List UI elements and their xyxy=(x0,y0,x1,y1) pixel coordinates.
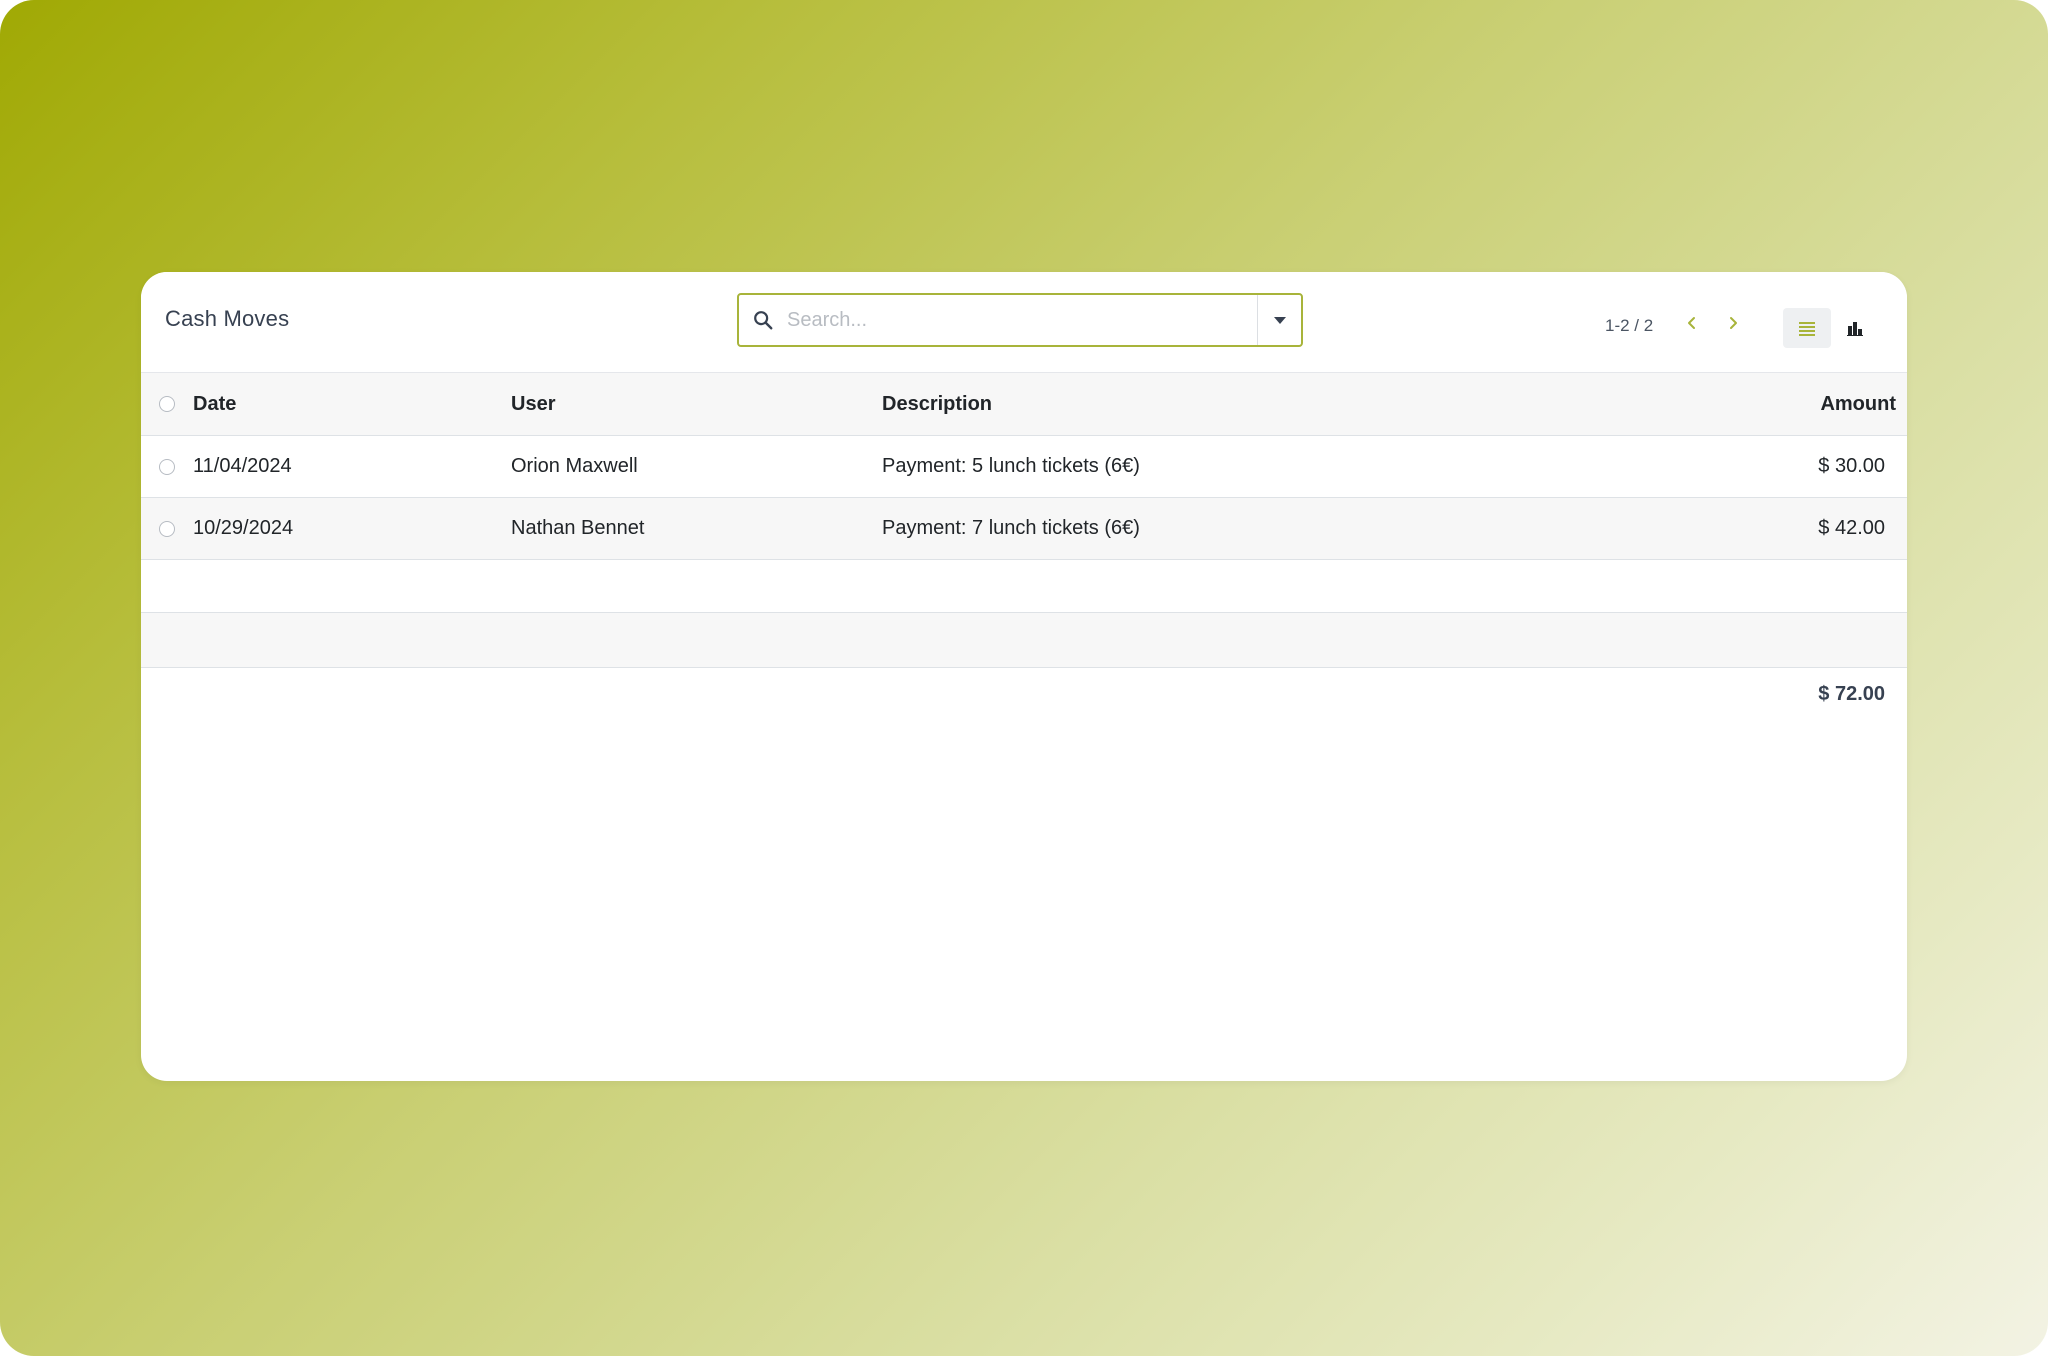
pager-previous-button[interactable] xyxy=(1677,308,1707,338)
cell-date: 11/04/2024 xyxy=(193,435,511,498)
select-all-checkbox[interactable] xyxy=(159,396,175,413)
cell-date: 10/29/2024 xyxy=(193,497,511,560)
empty-cell xyxy=(141,559,1907,613)
chevron-left-icon xyxy=(1688,317,1695,329)
cell-user: Nathan Bennet xyxy=(511,497,882,560)
cell-amount: $ 30.00 xyxy=(1782,435,1907,498)
empty-row xyxy=(141,559,1907,613)
amount-total: $ 72.00 xyxy=(1818,683,1885,706)
cash-moves-table: Date User Description Amount 11/04/2024 … xyxy=(141,372,1907,722)
empty-row xyxy=(141,612,1907,668)
row-select-cell xyxy=(141,497,193,560)
cell-amount: $ 42.00 xyxy=(1782,497,1907,560)
column-header-amount[interactable]: Amount xyxy=(1782,372,1907,436)
pager-value[interactable]: 1-2 / 2 xyxy=(1605,316,1653,336)
table-row[interactable]: 10/29/2024 Nathan Bennet Payment: 7 lunc… xyxy=(141,497,1907,560)
cell-description: Payment: 7 lunch tickets (6€) xyxy=(882,497,1782,560)
table-header-row: Date User Description Amount xyxy=(141,372,1907,436)
background: Cash Moves 1-2 / 2 xyxy=(0,0,2048,1356)
cell-description: Payment: 5 lunch tickets (6€) xyxy=(882,435,1782,498)
row-select-cell xyxy=(141,435,193,498)
bar-chart-icon xyxy=(1847,322,1863,336)
graph-view-button[interactable] xyxy=(1831,308,1879,348)
pager-next-button[interactable] xyxy=(1718,308,1748,338)
column-header-date[interactable]: Date xyxy=(193,372,511,436)
page-title: Cash Moves xyxy=(165,306,290,331)
column-header-description[interactable]: Description xyxy=(882,372,1782,436)
caret-down-icon xyxy=(1273,316,1286,324)
select-all-cell xyxy=(141,372,193,436)
row-checkbox[interactable] xyxy=(159,458,175,475)
list-view-button[interactable] xyxy=(1783,308,1831,348)
list-icon xyxy=(1799,322,1815,336)
list-view: Date User Description Amount 11/04/2024 … xyxy=(141,372,1907,722)
search-icon xyxy=(754,311,773,330)
search-options-toggle[interactable] xyxy=(1258,295,1301,345)
table-footer-row: $ 72.00 xyxy=(141,668,1907,722)
chevron-right-icon xyxy=(1730,317,1737,329)
cash-moves-window: Cash Moves 1-2 / 2 xyxy=(141,272,1907,1081)
empty-cell xyxy=(141,612,1907,668)
footer-spacer xyxy=(141,668,1782,722)
row-checkbox[interactable] xyxy=(159,520,175,537)
column-header-user[interactable]: User xyxy=(511,372,882,436)
search-input[interactable] xyxy=(787,295,1257,345)
search-box[interactable] xyxy=(737,293,1303,347)
control-panel: Cash Moves 1-2 / 2 xyxy=(141,272,1907,372)
cell-user: Orion Maxwell xyxy=(511,435,882,498)
table-row[interactable]: 11/04/2024 Orion Maxwell Payment: 5 lunc… xyxy=(141,435,1907,498)
